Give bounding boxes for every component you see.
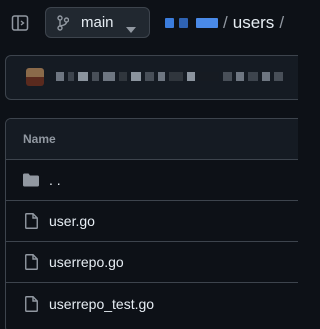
triangle-down-icon (125, 20, 136, 33)
parent-directory-row[interactable]: . . (6, 160, 298, 201)
commit-info-redacted (56, 72, 283, 84)
table-row[interactable]: userrepo.go (6, 242, 298, 283)
file-list-table: Name . . user.go userrepo.go userrepo_te… (5, 118, 298, 329)
avatar[interactable] (26, 68, 44, 86)
branch-name: main (81, 14, 114, 31)
file-icon (23, 213, 39, 229)
folder-icon (23, 172, 39, 188)
breadcrumb-users[interactable]: users (233, 13, 275, 33)
table-header: Name (6, 119, 298, 160)
owner-link-redacted[interactable] (165, 18, 174, 28)
sidebar-panel-icon[interactable] (11, 14, 29, 32)
repo-page: main / users / Name . . user.go userrepo… (0, 0, 298, 329)
breadcrumb-separator: / (223, 13, 228, 32)
repo-link-redacted-2[interactable] (196, 18, 218, 28)
column-header-name: Name (23, 132, 56, 146)
file-link[interactable]: user.go (49, 213, 95, 229)
repo-link-redacted[interactable] (179, 18, 188, 28)
file-icon (23, 295, 39, 312)
file-link[interactable]: userrepo.go (49, 254, 124, 270)
latest-commit-box[interactable] (5, 55, 298, 100)
table-row[interactable]: userrepo_test.go (6, 283, 298, 324)
breadcrumb: / users / (165, 12, 289, 34)
breadcrumb-trailing-separator: / (279, 13, 285, 32)
file-link[interactable]: userrepo_test.go (49, 296, 154, 312)
parent-directory-link[interactable]: . . (49, 172, 61, 188)
repo-header: main / users / (0, 0, 298, 46)
git-branch-icon (57, 14, 71, 31)
branch-selector-button[interactable]: main (45, 7, 150, 38)
table-row[interactable]: user.go (6, 201, 298, 242)
file-icon (23, 254, 39, 270)
